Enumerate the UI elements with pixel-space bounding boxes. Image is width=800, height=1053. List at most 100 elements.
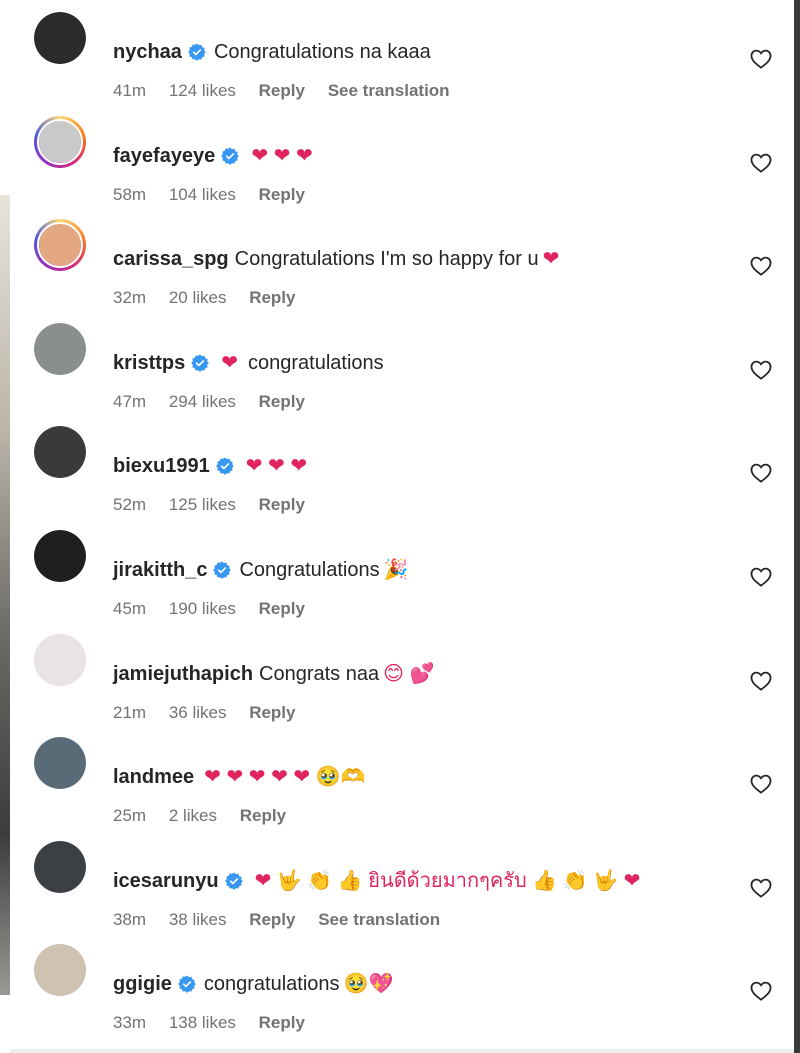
comments-panel: nychaa Congratulations na kaaa 41m 124 l… bbox=[10, 0, 794, 1053]
comment-item: icesarunyu ❤ 🤟 👏 👍 ยินดีด้วยมากๆครับ 👍 👏… bbox=[10, 829, 794, 933]
background-edge bbox=[0, 0, 10, 1053]
scrollbar-edge[interactable] bbox=[794, 0, 800, 1053]
comment-likes[interactable]: 294 likes bbox=[169, 392, 236, 411]
comment-meta: 32m 20 likes Reply bbox=[113, 287, 313, 309]
comment-time[interactable]: 45m bbox=[113, 599, 146, 618]
comment-time[interactable]: 38m bbox=[113, 910, 146, 929]
reply-button[interactable]: Reply bbox=[240, 806, 286, 825]
comment-username[interactable]: jamiejuthapich bbox=[113, 660, 253, 688]
heart-outline-icon[interactable] bbox=[750, 671, 772, 691]
comment-emojis: 🥹💖 bbox=[343, 973, 394, 996]
reply-button[interactable]: Reply bbox=[249, 288, 295, 307]
comment-meta: 25m 2 likes Reply bbox=[113, 805, 304, 827]
see-translation-button[interactable]: See translation bbox=[328, 81, 450, 100]
comment-username[interactable]: biexu1991 bbox=[113, 452, 210, 480]
comment-text: congratulations bbox=[203, 973, 340, 996]
comment-likes[interactable]: 138 likes bbox=[169, 1013, 236, 1032]
comment-likes[interactable]: 104 likes bbox=[169, 185, 236, 204]
comment-likes[interactable]: 124 likes bbox=[169, 81, 236, 100]
comment-item: fayefayeye ❤ ❤ ❤ 58m 104 likes Reply bbox=[10, 104, 794, 208]
comment-item: biexu1991 ❤ ❤ ❤ 52m 125 likes Reply bbox=[10, 414, 794, 518]
avatar[interactable] bbox=[34, 530, 86, 582]
comment-likes[interactable]: 20 likes bbox=[169, 288, 227, 307]
comment-body: icesarunyu ❤ 🤟 👏 👍 ยินดีด้วยมากๆครับ 👍 👏… bbox=[113, 867, 640, 895]
avatar[interactable] bbox=[34, 737, 86, 790]
reply-button[interactable]: Reply bbox=[249, 910, 295, 929]
verified-badge-icon bbox=[178, 975, 196, 994]
comment-emojis-lead: ❤ bbox=[221, 351, 239, 374]
heart-outline-icon[interactable] bbox=[750, 256, 772, 276]
heart-outline-icon[interactable] bbox=[750, 49, 772, 69]
reply-button[interactable]: Reply bbox=[249, 703, 295, 722]
comment-username[interactable]: carissa_spg bbox=[113, 245, 229, 273]
comment-meta: 45m 190 likes Reply bbox=[113, 598, 323, 620]
reply-button[interactable]: Reply bbox=[259, 81, 305, 100]
comment-likes[interactable]: 2 likes bbox=[169, 806, 217, 825]
comment-username[interactable]: nychaa bbox=[113, 38, 182, 66]
verified-badge-icon bbox=[188, 43, 206, 61]
comment-username[interactable]: ggigie bbox=[113, 970, 172, 998]
comment-username[interactable]: kristtps bbox=[113, 349, 185, 377]
heart-outline-icon[interactable] bbox=[750, 981, 772, 1002]
heart-outline-icon[interactable] bbox=[750, 360, 772, 380]
comment-meta: 33m 138 likes Reply bbox=[113, 1012, 323, 1034]
comment-item: landmee ❤ ❤ ❤ ❤ ❤ 🥹🫶 25m 2 likes Reply bbox=[10, 725, 794, 829]
comment-item: ggigie congratulations 🥹💖 33m 138 likes … bbox=[10, 932, 794, 1036]
comment-meta: 41m 124 likes Reply See translation bbox=[113, 80, 468, 102]
comment-time[interactable]: 21m bbox=[113, 703, 146, 722]
comment-time[interactable]: 52m bbox=[113, 495, 146, 514]
comment-time[interactable]: 58m bbox=[113, 185, 146, 204]
heart-outline-icon[interactable] bbox=[750, 878, 772, 898]
verified-badge-icon bbox=[221, 147, 240, 165]
comment-body: fayefayeye ❤ ❤ ❤ bbox=[113, 142, 313, 170]
verified-badge-icon bbox=[224, 872, 243, 890]
comment-time[interactable]: 47m bbox=[113, 392, 146, 411]
reply-button[interactable]: Reply bbox=[259, 599, 305, 618]
avatar[interactable] bbox=[34, 426, 86, 479]
verified-badge-icon bbox=[215, 457, 234, 476]
heart-outline-icon[interactable] bbox=[750, 774, 772, 794]
panel-bottom-edge bbox=[10, 1049, 794, 1053]
avatar[interactable] bbox=[34, 219, 86, 272]
comment-emojis: ❤ ❤ ❤ bbox=[245, 455, 308, 478]
comment-text: Congratulations I'm so happy for u bbox=[234, 248, 539, 271]
comment-item: nychaa Congratulations na kaaa 41m 124 l… bbox=[10, 0, 794, 104]
comment-meta: 47m 294 likes Reply bbox=[113, 391, 323, 413]
comment-text: Congratulations na kaaa bbox=[213, 41, 431, 63]
comment-username[interactable]: landmee bbox=[113, 763, 194, 791]
comment-meta: 38m 38 likes Reply See translation bbox=[113, 909, 458, 931]
verified-badge-icon bbox=[191, 354, 210, 372]
comment-body: biexu1991 ❤ ❤ ❤ bbox=[113, 452, 307, 480]
comment-likes[interactable]: 190 likes bbox=[169, 599, 236, 618]
comment-meta: 21m 36 likes Reply bbox=[113, 702, 313, 724]
heart-outline-icon[interactable] bbox=[750, 463, 772, 484]
reply-button[interactable]: Reply bbox=[259, 392, 305, 411]
reply-button[interactable]: Reply bbox=[259, 495, 305, 514]
background-edge-top bbox=[0, 0, 10, 195]
comment-time[interactable]: 41m bbox=[113, 81, 146, 100]
comment-item: kristtps ❤ congratulations 47m 294 likes… bbox=[10, 311, 794, 415]
comment-body: jirakitth_c Congratulations 🎉 bbox=[113, 556, 408, 584]
comment-username[interactable]: icesarunyu bbox=[113, 867, 219, 895]
avatar[interactable] bbox=[34, 322, 86, 375]
comment-username[interactable]: jirakitth_c bbox=[113, 556, 207, 584]
avatar[interactable] bbox=[34, 633, 86, 686]
comment-likes[interactable]: 36 likes bbox=[169, 703, 227, 722]
reply-button[interactable]: Reply bbox=[259, 1013, 305, 1032]
avatar[interactable] bbox=[34, 944, 86, 997]
see-translation-button[interactable]: See translation bbox=[318, 910, 440, 929]
reply-button[interactable]: Reply bbox=[259, 185, 305, 204]
comment-time[interactable]: 25m bbox=[113, 806, 146, 825]
avatar[interactable] bbox=[34, 12, 86, 64]
avatar[interactable] bbox=[34, 840, 86, 893]
comment-time[interactable]: 32m bbox=[113, 288, 146, 307]
heart-outline-icon[interactable] bbox=[750, 153, 772, 173]
comment-emojis: ❤ 🤟 👏 👍 ยินดีด้วยมากๆครับ 👍 👏 🤟 ❤ bbox=[254, 869, 641, 892]
comment-username[interactable]: fayefayeye bbox=[113, 142, 215, 170]
comment-likes[interactable]: 125 likes bbox=[169, 495, 236, 514]
avatar[interactable] bbox=[34, 115, 86, 168]
comment-time[interactable]: 33m bbox=[113, 1013, 146, 1032]
heart-outline-icon[interactable] bbox=[750, 567, 772, 587]
comment-item: jirakitth_c Congratulations 🎉 45m 190 li… bbox=[10, 518, 794, 622]
comment-likes[interactable]: 38 likes bbox=[169, 910, 227, 929]
